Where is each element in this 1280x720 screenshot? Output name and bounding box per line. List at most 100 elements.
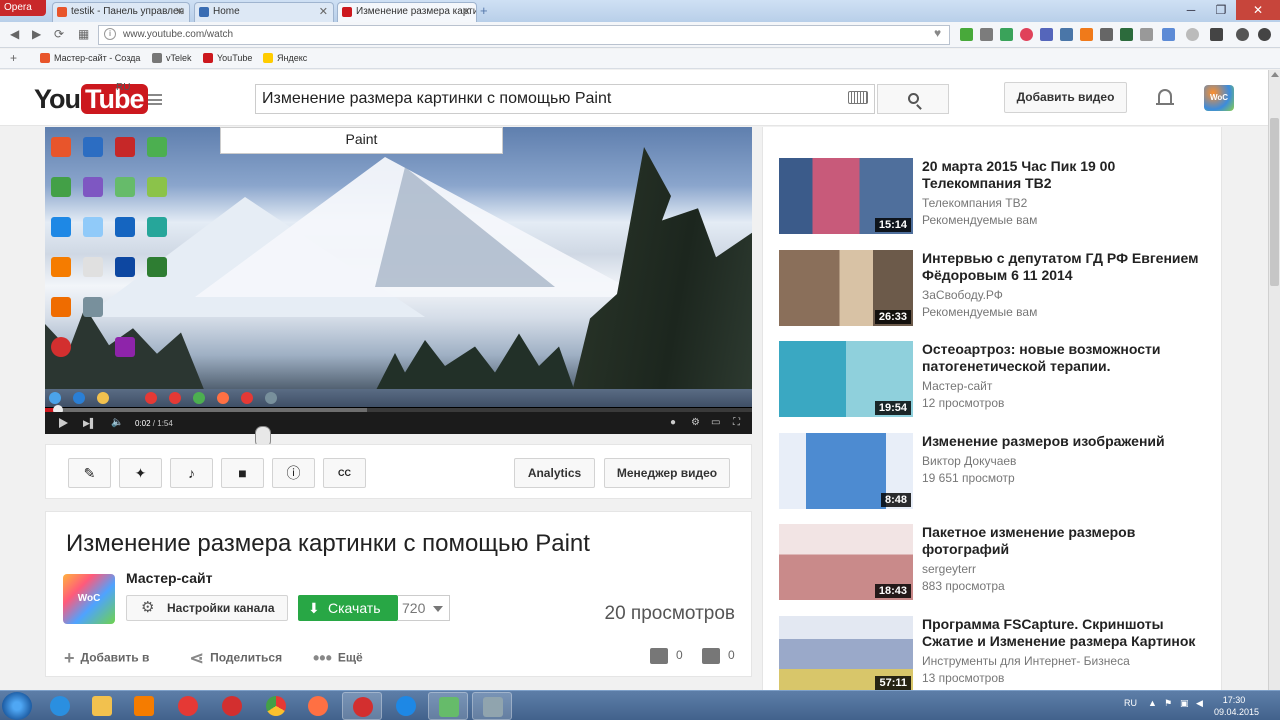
tab-home[interactable]: Home ✕ [194,2,334,22]
extension-icon[interactable] [1100,28,1113,41]
share-button[interactable]: ⋖ Поделиться [189,648,282,669]
add-to-button[interactable]: + Добавить в [64,648,149,669]
mail-icon[interactable] [1162,28,1175,41]
search-input[interactable]: Изменение размера картинки с помощью Pai… [255,84,875,114]
list-extension-icon[interactable] [980,28,993,41]
volume-icon[interactable]: 🔈 [111,417,123,428]
recommendation-item[interactable]: 8:48 Изменение размеров изображений Викт… [779,433,1219,511]
recommendation-item[interactable]: 57:11 Программа FSCapture. Скриншоты Сжа… [779,616,1219,694]
extension-icon[interactable] [1000,28,1013,41]
taskbar-firefox[interactable] [298,692,338,720]
recommendation-title[interactable]: Пакетное изменение размеров фотографий [922,524,1212,558]
back-icon[interactable]: ◀ [10,27,19,41]
tab-close-icon[interactable]: ✕ [319,3,328,21]
play-icon[interactable] [59,418,68,428]
tab-close-icon[interactable]: ✕ [175,3,184,21]
taskbar-opera[interactable] [212,692,252,720]
recommendation-title[interactable]: Программа FSCapture. Скриншоты Сжатие и … [922,616,1212,650]
notifications-bell-icon[interactable] [1156,87,1174,107]
bookmark-master-site[interactable]: Мастер-сайт - Созда [40,53,140,63]
language-indicator[interactable]: RU [1124,698,1137,708]
volume-tray-icon[interactable]: ◀ [1196,698,1203,709]
like-button[interactable]: 0 [650,648,683,664]
annotations-icon[interactable]: ● [670,417,676,428]
video-thumbnail[interactable]: 19:54 [779,341,913,417]
extension-icon[interactable] [1120,28,1133,41]
recommendation-item[interactable]: 15:14 20 марта 2015 Час Пик 19 00 Телеко… [779,158,1219,236]
taskbar-app[interactable] [472,692,512,720]
next-icon[interactable]: ▶▌ [83,418,96,429]
video-thumbnail[interactable]: 15:14 [779,158,913,234]
theater-mode-icon[interactable]: ▭ [711,417,720,428]
speed-dial-icon[interactable]: ▦ [78,27,89,41]
youtube-logo[interactable]: You Tube [34,84,148,115]
recommendation-title[interactable]: Изменение размеров изображений [922,433,1212,450]
forward-icon[interactable]: ▶ [32,27,41,41]
taskbar-explorer[interactable] [82,692,122,720]
tab-close-icon[interactable]: ✕ [462,3,471,21]
taskbar-ie[interactable] [40,692,80,720]
recommendation-title[interactable]: Интервью с депутатом ГД РФ Евгением Фёдо… [922,250,1212,284]
maximize-icon[interactable]: ❐ [1206,0,1236,20]
recommendation-item[interactable]: 19:54 Остеоартроз: новые возможности пат… [779,341,1219,419]
url-input[interactable]: i www.youtube.com/watch [98,25,950,45]
add-bookmark-icon[interactable]: + [10,51,17,65]
power-icon[interactable] [1258,28,1271,41]
download-button[interactable]: ⬇ Скачать [298,595,398,621]
flag-icon[interactable]: ⚑ [1164,698,1172,709]
bookmark-vtelek[interactable]: vTelek [152,53,192,63]
analytics-button[interactable]: Analytics [514,458,595,488]
pen-icon[interactable] [1210,28,1223,41]
bookmark-youtube[interactable]: YouTube [203,53,252,63]
subtitles-button[interactable]: CC [323,458,366,488]
recommendation-item[interactable]: 26:33 Интервью с депутатом ГД РФ Евгение… [779,250,1219,328]
search-button[interactable] [877,84,949,114]
upload-video-button[interactable]: Добавить видео [1004,82,1127,113]
system-clock[interactable]: 17:30 09.04.2015 [1214,694,1259,718]
taskbar-yandex[interactable] [168,692,208,720]
account-avatar[interactable]: WoC [1204,85,1234,111]
odnoklassniki-icon[interactable] [1080,28,1093,41]
bookmark-yandex[interactable]: Яндекс [263,53,307,63]
keyboard-icon[interactable] [848,91,868,104]
video-thumbnail[interactable]: 18:43 [779,524,913,600]
taskbar-skype[interactable] [386,692,426,720]
recommendation-title[interactable]: 20 марта 2015 Час Пик 19 00 Телекомпания… [922,158,1212,192]
info-icon[interactable] [1236,28,1249,41]
edit-pencil-button[interactable]: ✎ [68,458,111,488]
tray-expand-icon[interactable]: ▲ [1148,698,1157,708]
scroll-up-icon[interactable] [1271,72,1279,77]
scrollbar-thumb[interactable] [1270,118,1279,286]
video-player[interactable]: Paint ▶▌ 🔈 0:02 / 1:54 ● ⚙ ▭ ⛶ [45,127,752,434]
taskbar-opera-running[interactable] [342,692,382,720]
video-thumbnail[interactable]: 57:11 [779,616,913,692]
vk-icon[interactable] [1060,28,1073,41]
fullscreen-icon[interactable]: ⛶ [733,417,740,428]
heart-icon[interactable]: ♥ [934,26,941,40]
download-extension-icon[interactable] [960,28,973,41]
video-thumbnail[interactable]: 8:48 [779,433,913,509]
extension-icon[interactable] [1186,28,1199,41]
video-thumbnail[interactable]: 26:33 [779,250,913,326]
info-button[interactable]: ⓘ [272,458,315,488]
network-icon[interactable]: ▣ [1180,698,1189,709]
taskbar-media[interactable] [124,692,164,720]
channel-avatar[interactable]: WoC [63,574,115,624]
opera-menu-button[interactable]: Opera [0,0,46,16]
audio-button[interactable]: ♪ [170,458,213,488]
guide-menu-icon[interactable] [148,94,162,105]
minimize-icon[interactable]: ─ [1176,0,1206,20]
annotations-button[interactable]: ■ [221,458,264,488]
channel-settings-button[interactable]: ⚙ Настройки канала [126,595,288,621]
key-icon[interactable] [1140,28,1153,41]
page-scrollbar[interactable] [1268,70,1280,690]
extension-icon[interactable] [1040,28,1053,41]
channel-name[interactable]: Мастер-сайт [126,570,212,586]
new-tab-icon[interactable]: + [480,3,488,18]
recommendation-item[interactable]: 18:43 Пакетное изменение размеров фотогр… [779,524,1219,602]
taskbar-chrome[interactable] [256,692,296,720]
start-button[interactable] [2,692,32,720]
tab-testik[interactable]: testik - Панель управлен ✕ [52,2,190,22]
dislike-button[interactable]: 0 [702,648,735,664]
recommendation-title[interactable]: Остеоартроз: новые возможности патогенет… [922,341,1212,375]
